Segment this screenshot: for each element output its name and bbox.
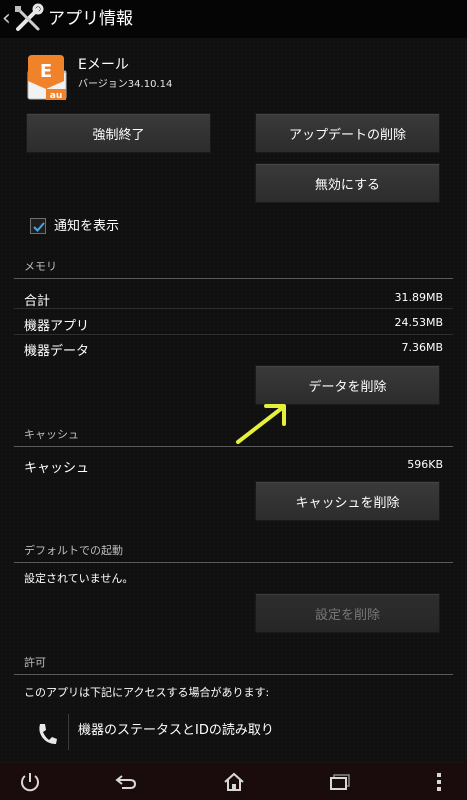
app-icon-letter: E (40, 61, 52, 82)
app-name: Eメール (78, 57, 129, 73)
app-icon-badge: au (50, 91, 62, 101)
force-stop-button[interactable]: 強制終了 (26, 113, 211, 153)
memory-row-label: 機器データ (24, 344, 90, 359)
permission-item[interactable]: 機器のステータスとIDの読み取り (78, 719, 274, 738)
permission-divider (68, 714, 69, 750)
memory-row-value: 31.89MB (394, 291, 443, 304)
row-divider (14, 334, 453, 335)
memory-row-value: 7.36MB (401, 341, 443, 354)
check-icon (33, 222, 45, 232)
disable-button[interactable]: 無効にする (255, 163, 440, 203)
memory-row-label: 合計 (24, 294, 51, 309)
app-version: バージョン34.10.14 (78, 79, 173, 90)
back-icon[interactable] (104, 764, 148, 800)
defaults-divider (14, 562, 453, 563)
cache-label: キャッシュ (24, 461, 90, 476)
clear-defaults-button[interactable]: 設定を削除 (255, 593, 440, 633)
cache-value: 596KB (407, 458, 443, 471)
clear-cache-button[interactable]: キャッシュを削除 (255, 481, 440, 521)
permissions-divider (14, 674, 453, 675)
home-icon[interactable] (212, 764, 256, 800)
overflow-menu-icon[interactable] (424, 764, 454, 800)
email-app-icon: E au (24, 53, 70, 101)
memory-section-title: メモリ (24, 260, 57, 273)
defaults-section-title: デフォルトでの起動 (24, 544, 123, 557)
memory-row-label: 機器アプリ (24, 319, 90, 334)
permissions-section-title: 許可 (24, 656, 46, 669)
tools-icon[interactable] (12, 3, 44, 35)
annotation-arrow-icon (232, 396, 296, 448)
defaults-status-text: 設定されていません。 (24, 572, 134, 585)
permissions-description: このアプリは下記にアクセスする場合があります: (24, 686, 270, 699)
phone-icon (36, 722, 58, 746)
cache-divider (14, 446, 453, 447)
power-icon[interactable] (10, 764, 50, 800)
notifications-checkbox[interactable] (30, 218, 46, 234)
recent-apps-icon[interactable] (318, 764, 362, 800)
memory-divider (14, 278, 453, 279)
uninstall-updates-button[interactable]: アップデートの削除 (255, 113, 440, 153)
memory-row-value: 24.53MB (394, 316, 443, 329)
row-divider (14, 308, 453, 309)
notifications-label: 通知を表示 (54, 219, 120, 234)
page-title: アプリ情報 (48, 9, 133, 29)
navigation-bar (0, 764, 467, 800)
cache-section-title: キャッシュ (24, 428, 79, 441)
